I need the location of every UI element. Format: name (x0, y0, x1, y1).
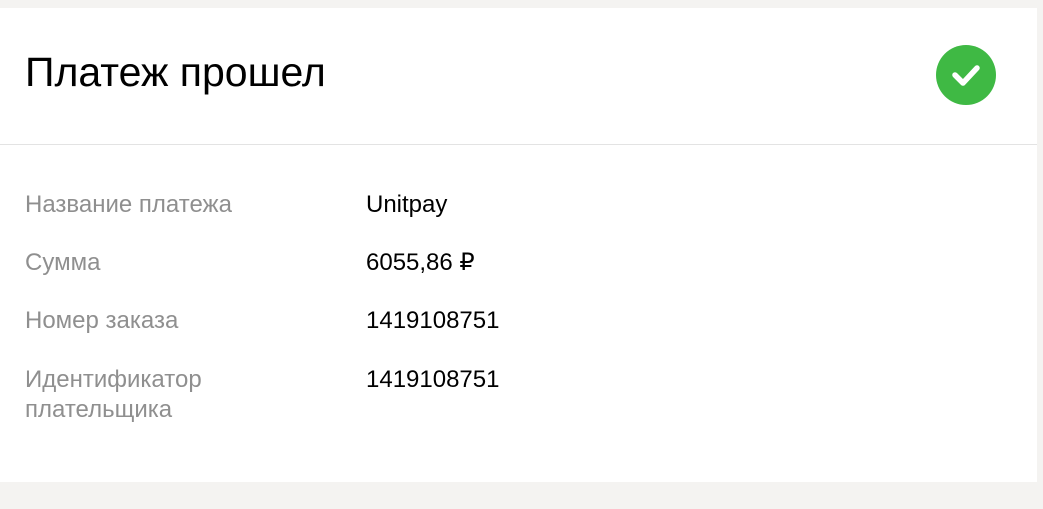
checkmark-icon (952, 65, 980, 86)
detail-value: 1419108751 (366, 366, 500, 393)
detail-label: Сумма (25, 249, 101, 276)
detail-value: 1419108751 (366, 307, 500, 334)
payment-card: Платеж прошел Название платежа Unitpay С… (0, 8, 1037, 482)
detail-label: Идентификатор плательщика (25, 366, 202, 423)
detail-label: Название платежа (25, 191, 232, 218)
detail-label: Номер заказа (25, 307, 179, 334)
check-circle-icon (936, 45, 996, 105)
detail-value: 6055,86 ₽ (366, 249, 475, 276)
detail-value: Unitpay (366, 191, 448, 218)
card-header: Платеж прошел (0, 8, 1037, 145)
page-title: Платеж прошел (25, 49, 326, 95)
